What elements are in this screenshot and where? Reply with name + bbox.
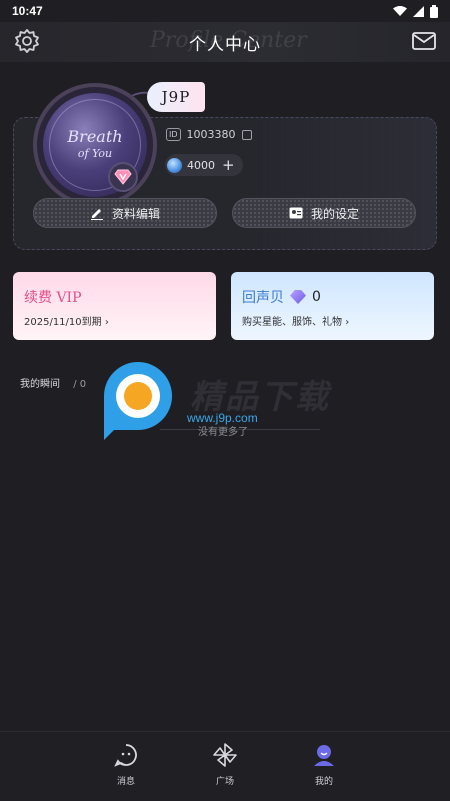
moments-label: 我的瞬间	[20, 379, 60, 390]
copy-icon[interactable]	[241, 129, 252, 140]
chevron-right-icon: ›	[345, 317, 350, 328]
coin-amount: 4000	[187, 158, 215, 172]
chevron-right-icon: ›	[104, 317, 109, 328]
echo-card-subtitle-text: 购买星能、服饰、礼物	[242, 317, 342, 328]
vip-diamond-icon	[114, 169, 132, 185]
moments-count: / 0	[73, 379, 87, 390]
nav-item-square[interactable]: 广场	[205, 742, 245, 787]
battery-icon	[430, 4, 438, 18]
gem-icon	[290, 290, 306, 304]
profile-settings-icon	[289, 207, 303, 219]
bottom-nav: 消息 广场 我的	[0, 731, 450, 801]
id-icon: ID	[166, 128, 181, 141]
user-icon	[314, 745, 334, 766]
add-coins-icon[interactable]: +	[222, 156, 235, 174]
nav-label-mine: 我的	[314, 777, 333, 787]
moments-header: 我的瞬间 / 0	[20, 375, 86, 390]
echo-card-subtitle: 购买星能、服饰、礼物 ›	[242, 313, 349, 328]
echo-shell-card[interactable]: 回声贝 0 购买星能、服饰、礼物 ›	[231, 272, 434, 340]
vip-expiry-text: 2025/11/10到期	[24, 317, 102, 328]
page-title: 个人中心	[189, 35, 261, 55]
edit-profile-button[interactable]: 资料编辑	[33, 198, 217, 228]
user-id-row: ID 1003380	[166, 128, 252, 141]
pinwheel-icon	[213, 743, 237, 767]
chat-bubble-icon	[114, 744, 137, 767]
watermark-logo-icon	[104, 362, 172, 440]
status-bar: 10:47	[0, 0, 450, 22]
coin-icon	[167, 157, 182, 173]
edit-profile-label: 资料编辑	[111, 206, 160, 221]
mail-icon[interactable]	[412, 30, 436, 52]
nav-label-square: 广场	[215, 777, 234, 787]
vip-badge	[108, 162, 138, 192]
nav-label-messages: 消息	[116, 777, 135, 787]
echo-card-title-row: 回声贝 0	[242, 287, 321, 307]
vip-expiry: 2025/11/10到期 ›	[24, 313, 109, 328]
status-time: 10:47	[12, 4, 43, 18]
echo-shell-count: 0	[312, 289, 321, 305]
coin-balance[interactable]: 4000 +	[165, 154, 243, 176]
username-tag: J9P	[147, 82, 205, 112]
wifi-icon	[393, 5, 407, 16]
vip-renew-card[interactable]: 续费 VIP 2025/11/10到期 ›	[13, 272, 216, 340]
signal-icon	[413, 5, 424, 17]
user-id-value: 1003380	[186, 128, 236, 141]
pencil-icon	[90, 209, 103, 220]
my-settings-button[interactable]: 我的设定	[232, 198, 416, 228]
echo-card-title: 回声贝	[242, 290, 284, 306]
top-header: Profile Center 个人中心	[0, 22, 450, 62]
vip-card-title: 续费 VIP	[24, 290, 82, 306]
empty-note: 没有更多了	[198, 427, 248, 438]
my-settings-label: 我的设定	[310, 206, 359, 221]
nav-item-messages[interactable]: 消息	[106, 742, 146, 787]
status-icons	[393, 4, 438, 18]
nav-item-mine[interactable]: 我的	[304, 742, 344, 787]
